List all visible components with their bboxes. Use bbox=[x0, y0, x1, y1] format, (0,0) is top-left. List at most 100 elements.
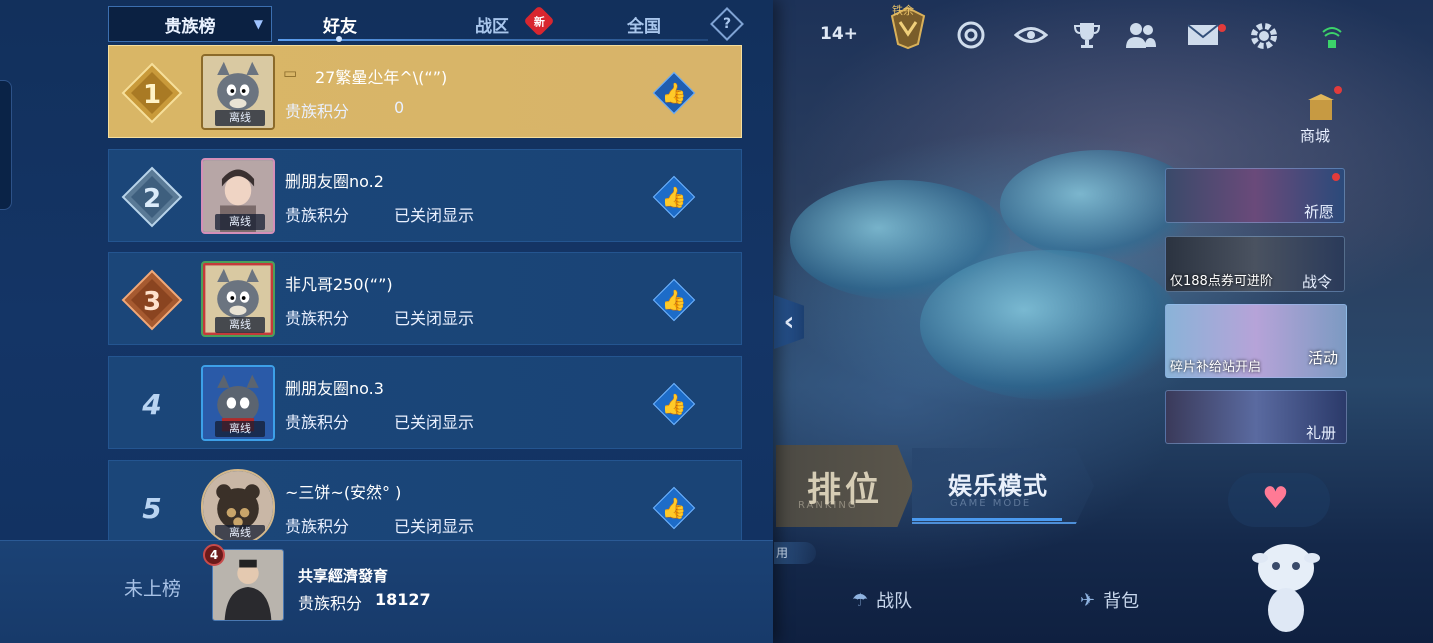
thumbs-up-icon: 👍 bbox=[661, 392, 687, 416]
thumbs-up-icon: 👍 bbox=[661, 288, 687, 312]
my-rank-text: 未上榜 bbox=[124, 578, 182, 600]
new-badge: 新 bbox=[523, 5, 555, 37]
chevron-down-icon: ▼ bbox=[253, 17, 263, 31]
fun-mode-label: 娱乐模式 bbox=[948, 472, 1048, 500]
battle-pass-banner[interactable]: 仅188点券可进阶 战令 bbox=[1165, 236, 1345, 292]
tab-national[interactable]: 全国 bbox=[622, 12, 666, 37]
rank-type-label: 贵族榜 bbox=[164, 16, 216, 37]
mode-tag[interactable]: 用 bbox=[774, 542, 816, 564]
like-button[interactable]: 👍 bbox=[652, 486, 696, 530]
rank-number: 2 bbox=[143, 184, 161, 214]
target-icon[interactable] bbox=[956, 20, 986, 50]
tab-friends[interactable]: 好友 bbox=[318, 12, 362, 37]
rank-number-plain: 4 bbox=[142, 387, 162, 421]
score-label: 贵族积分 bbox=[285, 102, 350, 121]
rank-type-select[interactable]: 贵族榜 ▼ bbox=[108, 6, 272, 42]
gift-banner[interactable]: 礼册 bbox=[1165, 390, 1347, 444]
shop-label: 商城 bbox=[1300, 127, 1331, 145]
shop-entry[interactable]: 商城 bbox=[1298, 86, 1344, 148]
thumbs-up-icon: 👍 bbox=[661, 81, 687, 105]
background-whale bbox=[920, 250, 1180, 400]
like-button[interactable]: 👍 bbox=[652, 175, 696, 219]
avatar[interactable]: 离线 bbox=[201, 469, 275, 545]
avatar[interactable]: 离线 bbox=[201, 365, 275, 441]
my-score-value: 18127 bbox=[375, 590, 431, 609]
event-label: 活动 bbox=[1307, 349, 1338, 367]
score-value: 0 bbox=[394, 98, 405, 117]
leaderboard-row[interactable]: 1 离线 ▭ 27繁曐尐年^\(“”) 贵族积分 0 👍 bbox=[108, 45, 742, 138]
rank-emblem-label: 铁余 bbox=[892, 4, 914, 17]
ranked-mode-subtitle: RANKING bbox=[798, 500, 858, 511]
umbrella-icon: ☂ bbox=[852, 589, 869, 611]
avatar[interactable]: 离线 bbox=[201, 54, 275, 130]
mascot-icon[interactable] bbox=[1246, 530, 1326, 640]
leaderboard-tabs: 贵族榜 ▼ 好友 战区 新 全国 ? bbox=[108, 5, 744, 42]
rank-number: 1 bbox=[143, 80, 161, 110]
shop-notification-dot bbox=[1334, 86, 1342, 94]
rank-number-plain: 5 bbox=[142, 491, 162, 525]
like-button[interactable]: 👍 bbox=[652, 71, 696, 115]
thumbs-up-icon: 👍 bbox=[661, 496, 687, 520]
heart-icon: ♥ bbox=[1262, 481, 1289, 516]
friends-icon[interactable] bbox=[1124, 20, 1158, 50]
score-label: 贵族积分 bbox=[285, 413, 350, 432]
tab-underline bbox=[278, 39, 708, 41]
gold-rank-badge-icon: 1 bbox=[121, 62, 183, 124]
score-label: 贵族积分 bbox=[285, 309, 350, 328]
team-nav-label: 战队 bbox=[876, 591, 913, 612]
level-button[interactable]: 14+ bbox=[820, 24, 858, 44]
player-name: 删朋友圈no.2 bbox=[285, 172, 384, 191]
avatar[interactable]: 离线 bbox=[201, 261, 275, 337]
offline-label: 离线 bbox=[215, 317, 265, 333]
leaderboard-row[interactable]: 3 离线 非凡哥250(“”) 贵族积分 已关闭显示 👍 bbox=[108, 252, 742, 345]
offline-label: 离线 bbox=[215, 214, 265, 230]
score-value: 已关闭显示 bbox=[394, 517, 475, 536]
chevron-left-icon: ‹ bbox=[783, 307, 795, 337]
bag-nav-button[interactable]: ✈ 背包 bbox=[1080, 587, 1139, 613]
player-name: 27繁曐尐年^\(“”) bbox=[315, 68, 448, 87]
my-level-badge: 4 bbox=[203, 544, 225, 566]
heart-button[interactable]: ♥ bbox=[1228, 473, 1330, 527]
shop-icon bbox=[1308, 94, 1334, 120]
mode-underline bbox=[912, 518, 1062, 521]
team-nav-button[interactable]: ☂ 战队 bbox=[852, 587, 912, 613]
my-rank-bar: 未上榜 4 共享經濟發育 贵族积分 18127 bbox=[0, 540, 773, 643]
help-icon[interactable]: ? bbox=[710, 7, 744, 41]
leaderboard-panel: 贵族榜 ▼ 好友 战区 新 全国 ? 1 离线 ▭ 27繁曐尐年^\(“”) 贵… bbox=[0, 0, 773, 643]
noble-badge-icon: ▭ bbox=[283, 64, 298, 82]
thumbs-up-icon: 👍 bbox=[661, 185, 687, 209]
trophy-icon[interactable] bbox=[1072, 20, 1102, 50]
rank-number: 3 bbox=[143, 287, 161, 317]
mail-icon[interactable] bbox=[1186, 20, 1220, 50]
fun-mode-button[interactable]: 娱乐模式 bbox=[912, 448, 1094, 524]
player-name: 非凡哥250(“”) bbox=[285, 275, 393, 294]
score-value: 已关闭显示 bbox=[394, 309, 475, 328]
eye-icon[interactable] bbox=[1014, 20, 1048, 50]
wish-notification-dot bbox=[1332, 173, 1340, 181]
tab-region[interactable]: 战区 bbox=[470, 12, 514, 37]
offline-label: 离线 bbox=[215, 421, 265, 437]
offline-label: 离线 bbox=[215, 525, 265, 541]
silver-rank-badge-icon: 2 bbox=[121, 166, 183, 228]
bag-nav-label: 背包 bbox=[1103, 591, 1140, 612]
battle-pass-label: 战令 bbox=[1301, 273, 1332, 291]
wish-banner[interactable]: 祈愿 bbox=[1165, 168, 1345, 223]
leaderboard-row[interactable]: 2 离线 删朋友圈no.2 贵族积分 已关闭显示 👍 bbox=[108, 149, 742, 242]
score-value: 已关闭显示 bbox=[394, 206, 475, 225]
like-button[interactable]: 👍 bbox=[652, 382, 696, 426]
wish-label: 祈愿 bbox=[1303, 203, 1334, 221]
my-score-label: 贵族积分 bbox=[298, 594, 363, 613]
top-bar: 14+ 铁余 bbox=[810, 0, 1433, 70]
event-caption: 碎片补给站开启 bbox=[1170, 360, 1262, 375]
bag-icon: ✈ bbox=[1080, 589, 1096, 611]
battle-pass-caption: 仅188点券可进阶 bbox=[1170, 274, 1273, 289]
ranked-mode-button[interactable]: 排位 bbox=[776, 445, 914, 527]
offline-label: 离线 bbox=[215, 110, 265, 126]
leaderboard-row[interactable]: 4 离线 删朋友圈no.3 贵族积分 已关闭显示 👍 bbox=[108, 356, 742, 449]
gear-icon[interactable] bbox=[1248, 20, 1280, 52]
gift-label: 礼册 bbox=[1305, 424, 1336, 442]
like-button[interactable]: 👍 bbox=[652, 278, 696, 322]
event-banner[interactable]: 碎片补给站开启 活动 bbox=[1165, 304, 1347, 378]
avatar[interactable]: 离线 bbox=[201, 158, 275, 234]
fun-mode-subtitle: GAME MODE bbox=[950, 498, 1032, 509]
